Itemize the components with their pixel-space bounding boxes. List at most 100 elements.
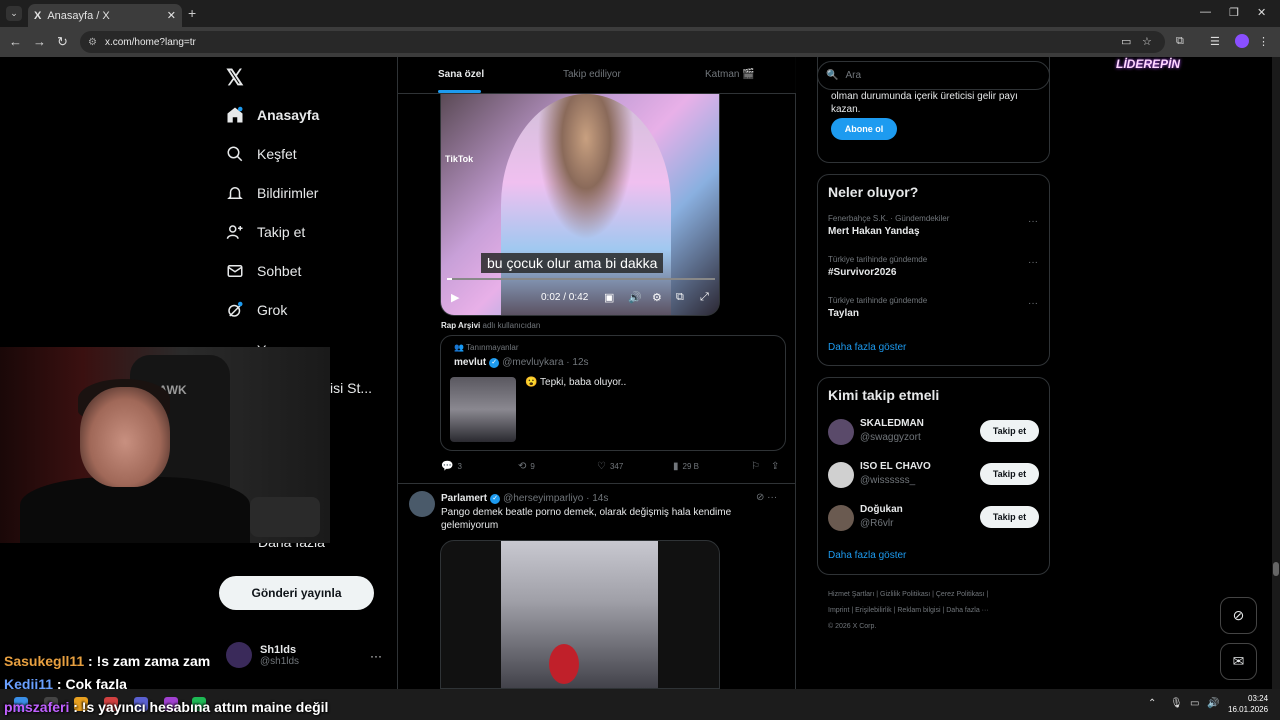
back-icon[interactable]: ← [9, 34, 22, 49]
quoted-media-thumbnail[interactable] [450, 377, 516, 442]
follow-button[interactable]: Takip et [980, 463, 1039, 485]
suggestion-handle: @swaggyzort [860, 432, 921, 443]
trend-item[interactable]: Türkiye tarihinde gündemde #Survivor2026… [828, 255, 1038, 278]
chat-message: pmszaferi : !s yayıncı hesabına attım ma… [4, 699, 328, 715]
reading-list-icon[interactable]: ☰ [1210, 35, 1220, 48]
tab-katman[interactable]: Katman 🎬 [705, 69, 755, 80]
reply-button[interactable]: 💬 3 [441, 461, 462, 472]
attribution-name[interactable]: Rap Arşivi [441, 321, 480, 330]
browser-menu-icon[interactable]: ⋮ [1258, 35, 1269, 48]
bookmark-star-icon[interactable]: ☆ [1142, 35, 1152, 48]
cast-icon[interactable]: ▭ [1121, 35, 1131, 48]
captions-icon[interactable]: ▣ [604, 291, 614, 304]
avatar[interactable] [409, 491, 435, 517]
volume-icon[interactable]: 🔊 [628, 291, 642, 304]
video-progress-bar[interactable] [447, 278, 715, 280]
footer-line[interactable]: Hizmet Şartları | Gizlilik Politikası | … [828, 587, 1048, 603]
repost-count: 9 [530, 462, 535, 471]
like-button[interactable]: ♡ 347 [597, 461, 623, 472]
mail-icon: ✉ [1232, 653, 1245, 669]
show-more-link[interactable]: Daha fazla göster [828, 342, 906, 353]
suggestion-name: ISO EL CHAVO [860, 461, 931, 472]
scrollbar-thumb[interactable] [1273, 562, 1279, 576]
minimize-icon[interactable]: — [1200, 6, 1211, 18]
x-logo-icon[interactable]: 𝕏 [226, 65, 244, 91]
nav-item-partial[interactable]: isi St... [330, 380, 372, 396]
maximize-icon[interactable]: ❐ [1229, 6, 1239, 19]
sponsor-logo: LİDEREPİN [1116, 57, 1181, 71]
tab-search-button[interactable]: ⌄ [6, 6, 22, 21]
more-icon[interactable]: ··· [1028, 216, 1038, 227]
follow-suggestion[interactable]: ISO EL CHAVO @wissssss_ Takip et [828, 460, 1041, 490]
browser-profile-avatar[interactable] [1235, 34, 1249, 48]
repost-button[interactable]: ⟲ 9 [518, 461, 535, 472]
show-more-link[interactable]: Daha fazla göster [828, 550, 906, 561]
speaker-icon[interactable]: 🔊 [1207, 698, 1219, 709]
author-name[interactable]: Parlamert [441, 493, 487, 504]
verified-badge-icon: ✓ [490, 493, 501, 504]
post-media[interactable] [440, 540, 720, 689]
footer-line[interactable]: Imprint | Erişilebilirlik | Reklam bilgi… [828, 603, 1048, 619]
follow-suggestion[interactable]: SKALEDMAN @swaggyzort Takip et [828, 417, 1041, 447]
follow-button[interactable]: Takip et [980, 420, 1039, 442]
tab-title: Anasayfa / X [47, 9, 110, 22]
bookmark-button[interactable]: ⚐ [751, 461, 764, 472]
pip-icon[interactable]: ⧉ [676, 291, 684, 304]
streamer-face [80, 387, 170, 487]
more-icon[interactable]: ··· [767, 492, 777, 503]
profile-name: Sh1lds [260, 643, 297, 656]
settings-icon[interactable]: ⚙ [652, 291, 662, 304]
reload-icon[interactable]: ↻ [57, 34, 68, 50]
trend-item[interactable]: Fenerbahçe S.K. · Gündemdekiler Mert Hak… [828, 214, 1038, 237]
nav-item-notifications[interactable]: Bildirimler [226, 184, 318, 202]
new-tab-icon[interactable]: + [188, 5, 196, 21]
quoted-author-name[interactable]: mevlut [454, 357, 486, 368]
more-icon[interactable]: ··· [1028, 257, 1038, 268]
system-clock[interactable]: 03:24 16.01.2026 [1228, 693, 1268, 715]
tab-following[interactable]: Takip ediliyor [563, 69, 621, 80]
tray-chevron-icon[interactable]: ⌃ [1148, 698, 1156, 709]
fullscreen-icon[interactable]: ⤢ [700, 291, 709, 304]
nav-item-chat[interactable]: Sohbet [226, 262, 301, 280]
scrollbar[interactable] [1272, 57, 1280, 689]
tab-close-icon[interactable]: ✕ [167, 9, 176, 22]
trend-item[interactable]: Türkiye tarihinde gündemde Taylan ··· [828, 296, 1038, 319]
extensions-icon[interactable]: ⧉ [1176, 35, 1184, 48]
quoted-post-header: mevlut ✓ @mevluykara · 12s [454, 357, 589, 368]
post-button[interactable]: Gönderi yayınla [219, 576, 374, 610]
more-icon[interactable]: ··· [370, 649, 382, 663]
nav-item-explore[interactable]: Keşfet [226, 145, 297, 163]
feed-tabs: Sana özel Takip ediliyor Katman 🎬 [398, 57, 796, 94]
tab-for-you[interactable]: Sana özel [438, 69, 484, 80]
grok-icon: ⊘ [1232, 607, 1245, 623]
display-icon[interactable]: ▭ [1190, 698, 1199, 709]
subscribe-button[interactable]: Abone ol [831, 118, 897, 140]
follow-suggestion[interactable]: Doğukan @R6vlr Takip et [828, 503, 1041, 533]
browser-tab[interactable]: X Anasayfa / X ✕ [28, 4, 182, 27]
forward-icon[interactable]: → [33, 34, 46, 49]
address-bar[interactable]: ⚙ x.com/home?lang=tr [80, 31, 1165, 53]
trend-context: Türkiye tarihinde gündemde [828, 296, 928, 305]
mic-icon[interactable]: 🎙 [1170, 698, 1183, 709]
video-player[interactable]: TikTok bu çocuk olur ama bi dakka ▶ 0:02… [440, 94, 720, 316]
follow-button[interactable]: Takip et [980, 506, 1039, 528]
quoted-post[interactable]: 👥 Tanınmayanlar mevlut ✓ @mevluykara · 1… [440, 335, 786, 451]
grok-icon[interactable]: ⊘ [756, 492, 764, 503]
grok-fab-button[interactable]: ⊘ [1220, 597, 1257, 634]
account-switcher[interactable]: Sh1lds @sh1lds [226, 642, 299, 668]
play-icon[interactable]: ▶ [451, 291, 459, 304]
site-info-icon[interactable]: ⚙ [88, 37, 97, 48]
window-close-icon[interactable]: ✕ [1257, 6, 1266, 19]
bookmark-icon: ⚐ [751, 461, 760, 472]
clock-date: 16.01.2026 [1228, 705, 1269, 714]
nav-item-follow[interactable]: Takip et [226, 223, 305, 241]
messages-fab-button[interactable]: ✉ [1220, 643, 1257, 680]
share-button[interactable]: ⇪ [771, 461, 783, 472]
active-tab-indicator [438, 90, 481, 93]
nav-item-grok[interactable]: Grok [226, 301, 287, 319]
video-frame [501, 94, 671, 315]
views-button[interactable]: ▮ 29 B [673, 461, 699, 472]
nav-item-label: Keşfet [257, 146, 297, 162]
nav-item-home[interactable]: Anasayfa [226, 106, 319, 124]
more-icon[interactable]: ··· [1028, 298, 1038, 309]
